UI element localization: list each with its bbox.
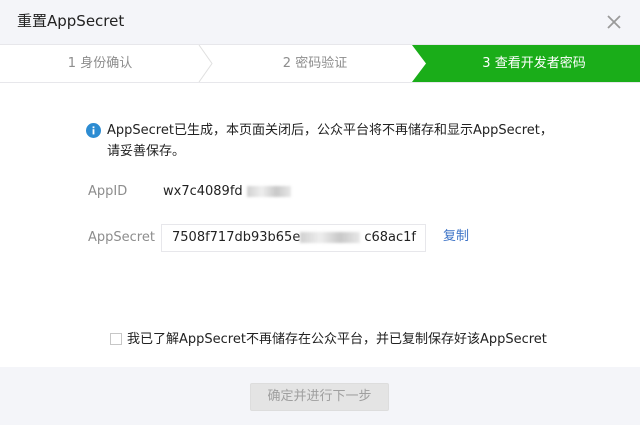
dialog-title: 重置AppSecret — [17, 12, 125, 30]
notice-text: AppSecret已生成，本页面关闭后，公众平台将不再储存和显示AppSecre… — [107, 123, 553, 159]
agree-checkbox-row[interactable]: 我已了解AppSecret不再储存在公众平台，并已复制保存好该AppSecret — [110, 331, 547, 349]
step-view-secret: 3 查看开发者密码 — [482, 56, 586, 71]
info-icon — [86, 123, 101, 138]
appsecret-label: AppSecret — [88, 230, 155, 245]
reset-appsecret-dialog: 重置AppSecret 1 身份确认 2 密码验证 3 查看开发者密码 AppS… — [0, 0, 640, 425]
step-identity-confirm: 1 身份确认 — [67, 56, 133, 71]
appsecret-suffix: c68ac1f — [364, 230, 416, 245]
close-icon — [607, 15, 621, 29]
appsecret-prefix: 7508f717db93b65e — [172, 230, 301, 245]
appid-label: AppID — [88, 184, 128, 199]
dialog-header: 重置AppSecret — [0, 0, 640, 45]
close-button[interactable] — [600, 8, 628, 36]
appsecret-field[interactable]: 7508f717db93b65e c68ac1f — [161, 224, 426, 252]
notice-message: AppSecret已生成，本页面关闭后，公众平台将不再储存和显示AppSecre… — [86, 120, 556, 162]
agree-checkbox[interactable] — [110, 333, 122, 345]
copy-button[interactable]: 复制 — [443, 228, 469, 246]
appid-visible-text: wx7c4089fd — [163, 184, 243, 199]
step-progress-bar: 1 身份确认 2 密码验证 3 查看开发者密码 — [0, 45, 640, 83]
agree-label: 我已了解AppSecret不再储存在公众平台，并已复制保存好该AppSecret — [127, 332, 547, 347]
appsecret-masked-region — [300, 232, 361, 243]
confirm-next-button[interactable]: 确定并进行下一步 — [250, 383, 389, 411]
appid-masked-region — [246, 186, 291, 197]
appid-value: wx7c4089fd — [163, 183, 291, 201]
step-password-verify: 2 密码验证 — [282, 56, 348, 71]
